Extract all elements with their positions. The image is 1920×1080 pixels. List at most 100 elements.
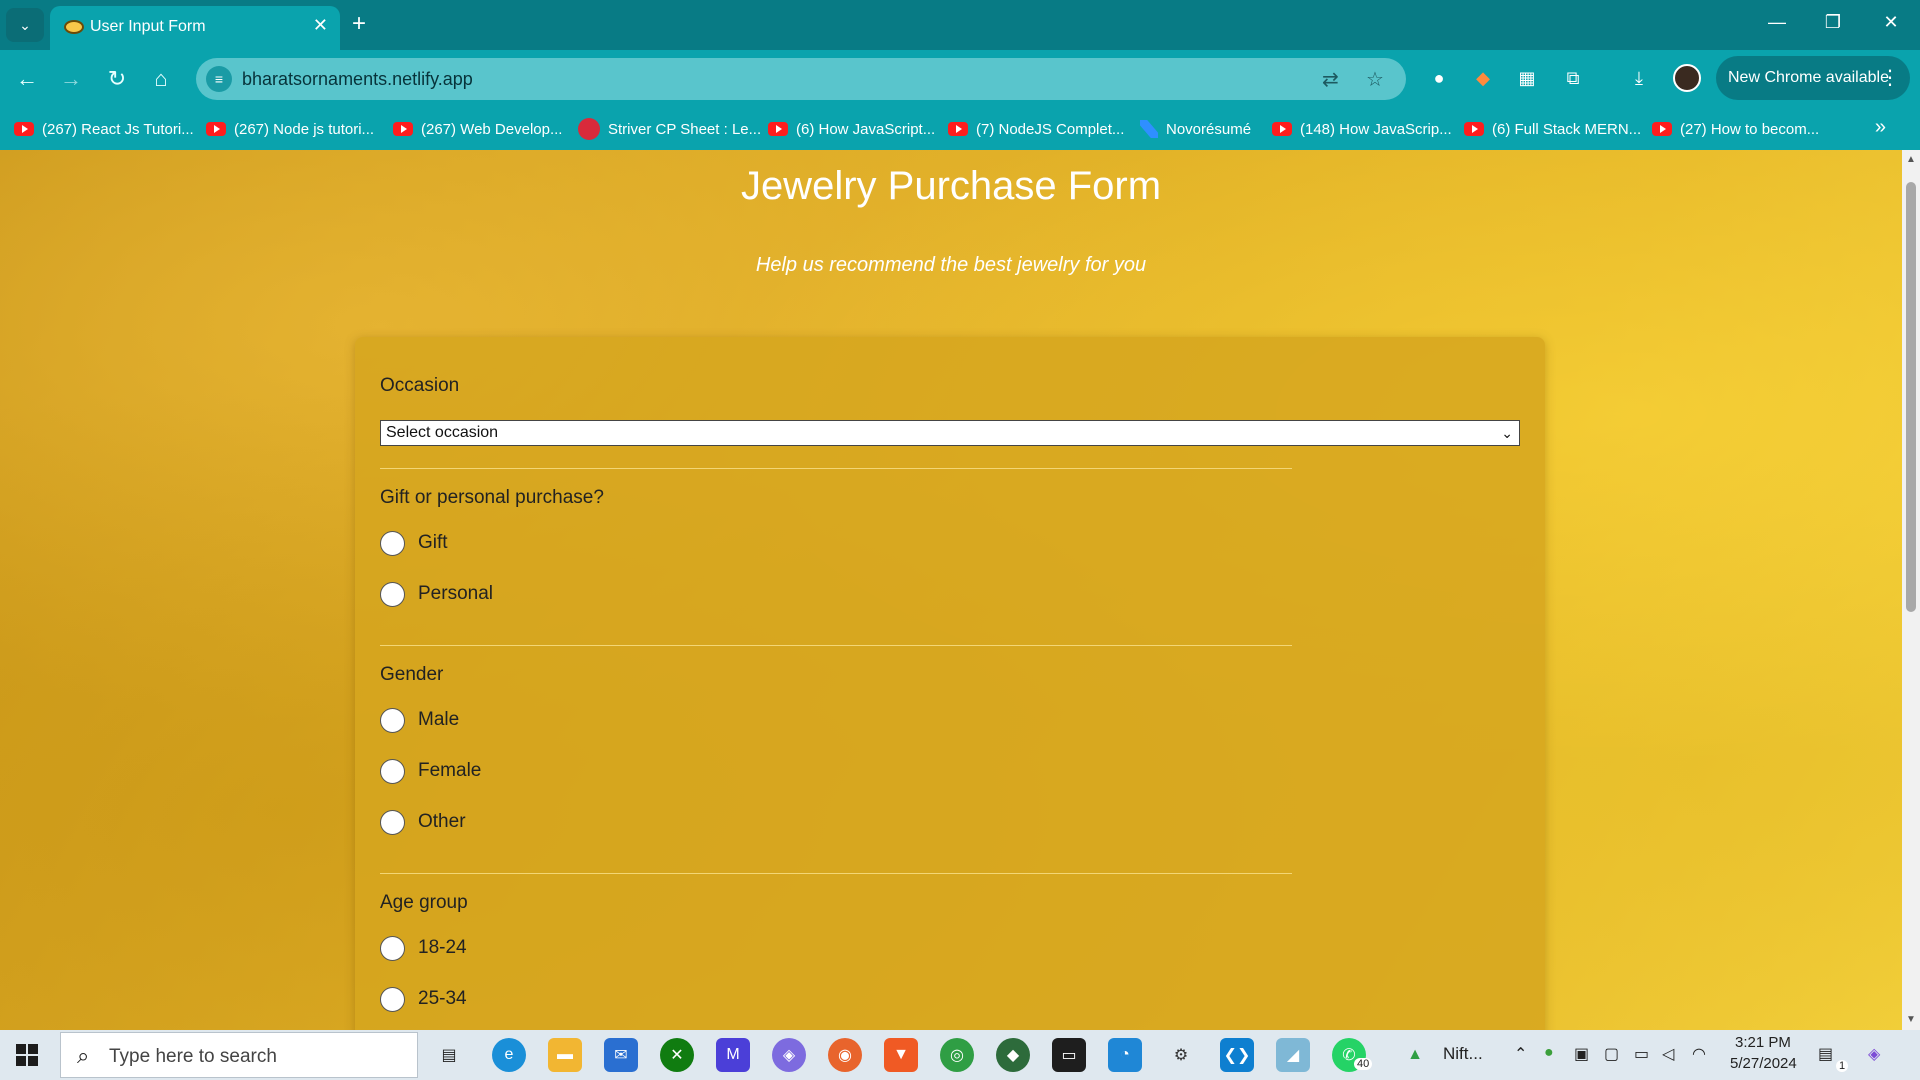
bookmark-star-icon[interactable]: ☆ (1366, 67, 1384, 92)
scroll-down-icon[interactable]: ▼ (1906, 1014, 1916, 1025)
bookmark-item[interactable]: (148) How JavaScrip... (1272, 118, 1452, 140)
download-icon[interactable]: ⤓ (1626, 65, 1652, 91)
new-tab-button[interactable]: + (352, 10, 366, 38)
active-tab[interactable]: User Input Form ✕ (50, 6, 340, 50)
extension-bug-icon[interactable]: ● (1426, 65, 1452, 91)
close-window-button[interactable]: ✕ (1876, 12, 1906, 33)
edge-icon[interactable]: e (492, 1038, 526, 1072)
brave-icon[interactable]: ▼ (884, 1038, 918, 1072)
menu-dots-icon[interactable]: ⋮ (1880, 56, 1900, 100)
bookmark-label: (267) Web Develop... (421, 120, 563, 138)
gender-option-female[interactable]: Female (380, 757, 481, 785)
meet-icon[interactable]: ▣ (1574, 1044, 1589, 1064)
youtube-icon (1272, 122, 1292, 136)
bookmark-item[interactable]: Striver CP Sheet : Le... (578, 118, 761, 140)
address-bar[interactable]: ≡ bharatsornaments.netlify.app ⇄ ☆ (196, 58, 1406, 100)
app-icon[interactable]: ◢ (1276, 1038, 1310, 1072)
wifi-icon[interactable]: ◠ (1692, 1044, 1706, 1064)
chrome-icon[interactable]: ◎ (940, 1038, 974, 1072)
mongodb-icon[interactable]: ◆ (996, 1038, 1030, 1072)
back-button[interactable]: ← (12, 64, 42, 94)
page-scrollbar[interactable]: ▲ ▼ (1902, 150, 1920, 1030)
age-option-25-34[interactable]: 25-34 (380, 985, 467, 1013)
tray-chevron-icon[interactable]: ⌃ (1514, 1044, 1527, 1064)
radio-button[interactable] (380, 935, 405, 961)
more-bookmarks-icon[interactable]: » (1875, 116, 1886, 139)
site-info-icon[interactable]: ≡ (206, 66, 232, 92)
windows-start-icon[interactable] (16, 1044, 38, 1066)
gender-option-male[interactable]: Male (380, 706, 459, 734)
tab-search-button[interactable]: ⌄ (6, 8, 44, 42)
age-option-18-24[interactable]: 18-24 (380, 934, 467, 962)
file-explorer-icon[interactable]: ▬ (548, 1038, 582, 1072)
profile-avatar[interactable] (1673, 64, 1701, 92)
bookmark-item[interactable]: (6) How JavaScript... (768, 118, 935, 140)
app-icon[interactable]: ◔ (1108, 1038, 1142, 1072)
radio-button[interactable] (380, 530, 405, 556)
copilot-icon[interactable]: ◈ (772, 1038, 806, 1072)
task-view-icon[interactable]: ▤ (432, 1038, 466, 1072)
tab-title: User Input Form (90, 18, 206, 35)
bookmark-item[interactable]: (267) React Js Tutori... (14, 118, 194, 140)
radio-button[interactable] (380, 581, 405, 607)
radio-button[interactable] (380, 986, 405, 1012)
pinned-app-label[interactable]: Nift... (1443, 1044, 1483, 1064)
bookmark-item[interactable]: (27) How to becom... (1652, 118, 1819, 140)
occasion-select[interactable]: Select occasion ⌄ (380, 420, 1520, 446)
bookmarks-bar: (267) React Js Tutori... (267) Node js t… (0, 108, 1920, 150)
page-subtitle: Help us recommend the best jewelry for y… (755, 254, 1147, 276)
taskbar-search-input[interactable]: ⌕ Type here to search (60, 1032, 418, 1078)
bookmark-item[interactable]: Novorésumé (1140, 118, 1251, 140)
chrome-update-button[interactable]: New Chrome available ⋮ (1716, 56, 1910, 100)
youtube-icon (14, 122, 34, 136)
bookmark-label: (6) Full Stack MERN... (1492, 120, 1642, 138)
bookmark-item[interactable]: (267) Node js tutori... (206, 118, 374, 140)
home-button[interactable]: ⌂ (146, 64, 176, 94)
url-text[interactable]: bharatsornaments.netlify.app (242, 69, 473, 90)
reload-button[interactable]: ↻ (102, 64, 132, 94)
forward-button[interactable]: → (56, 64, 86, 94)
firefox-icon[interactable]: ◉ (828, 1038, 862, 1072)
restore-button[interactable]: ❐ (1818, 12, 1848, 33)
windows-taskbar: ⌕ Type here to search ▤ e ▬ ✉ ✕ M ◈ ◉ ▼ … (0, 1030, 1920, 1080)
display-icon[interactable]: ▢ (1604, 1044, 1619, 1064)
close-tab-icon[interactable]: ✕ (313, 15, 328, 36)
radio-button[interactable] (380, 707, 405, 733)
radio-button[interactable] (380, 758, 405, 784)
minimize-button[interactable]: — (1762, 12, 1792, 33)
tray-app-icon[interactable]: ● (1544, 1044, 1554, 1062)
notification-icon[interactable]: ▤ (1818, 1044, 1833, 1064)
youtube-icon (768, 122, 788, 136)
copilot-tray-icon[interactable]: ◈ (1868, 1044, 1880, 1064)
bookmark-item[interactable]: (267) Web Develop... (393, 118, 562, 140)
tuf-icon (578, 118, 600, 140)
terminal-icon[interactable]: ▭ (1052, 1038, 1086, 1072)
scroll-up-icon[interactable]: ▲ (1906, 154, 1916, 165)
purpose-option-personal[interactable]: Personal (380, 580, 493, 608)
stocks-icon[interactable]: ▲ (1398, 1038, 1432, 1072)
extension-fox-icon[interactable]: ◆ (1470, 65, 1496, 91)
battery-icon[interactable]: ▭ (1634, 1044, 1649, 1064)
clock-date[interactable]: 5/27/2024 (1730, 1055, 1797, 1072)
clock-time[interactable]: 3:21 PM (1735, 1034, 1791, 1051)
bookmark-item[interactable]: (7) NodeJS Complet... (948, 118, 1124, 140)
gender-option-other[interactable]: Other (380, 808, 466, 836)
radio-button[interactable] (380, 809, 405, 835)
xbox-icon[interactable]: ✕ (660, 1038, 694, 1072)
extension-grid-icon[interactable]: ▦ (1514, 65, 1540, 91)
occasion-selected-value: Select occasion (386, 424, 499, 441)
vscode-icon[interactable]: ❮❯ (1220, 1038, 1254, 1072)
page-viewport: Jewelry Purchase Form Help us recommend … (0, 150, 1902, 1030)
bookmark-label: (6) How JavaScript... (796, 120, 936, 138)
volume-icon[interactable]: ◁ (1662, 1044, 1674, 1064)
settings-gear-icon[interactable]: ⚙ (1164, 1038, 1198, 1072)
gender-label: Gender (380, 664, 444, 685)
option-label: Other (418, 811, 466, 832)
app-icon[interactable]: M (716, 1038, 750, 1072)
scroll-thumb[interactable] (1906, 182, 1916, 612)
purpose-option-gift[interactable]: Gift (380, 529, 448, 557)
translate-icon[interactable]: ⇄ (1322, 67, 1339, 92)
extensions-puzzle-icon[interactable]: ⧉ (1560, 65, 1586, 91)
bookmark-item[interactable]: (6) Full Stack MERN... (1464, 118, 1641, 140)
mail-icon[interactable]: ✉ (604, 1038, 638, 1072)
